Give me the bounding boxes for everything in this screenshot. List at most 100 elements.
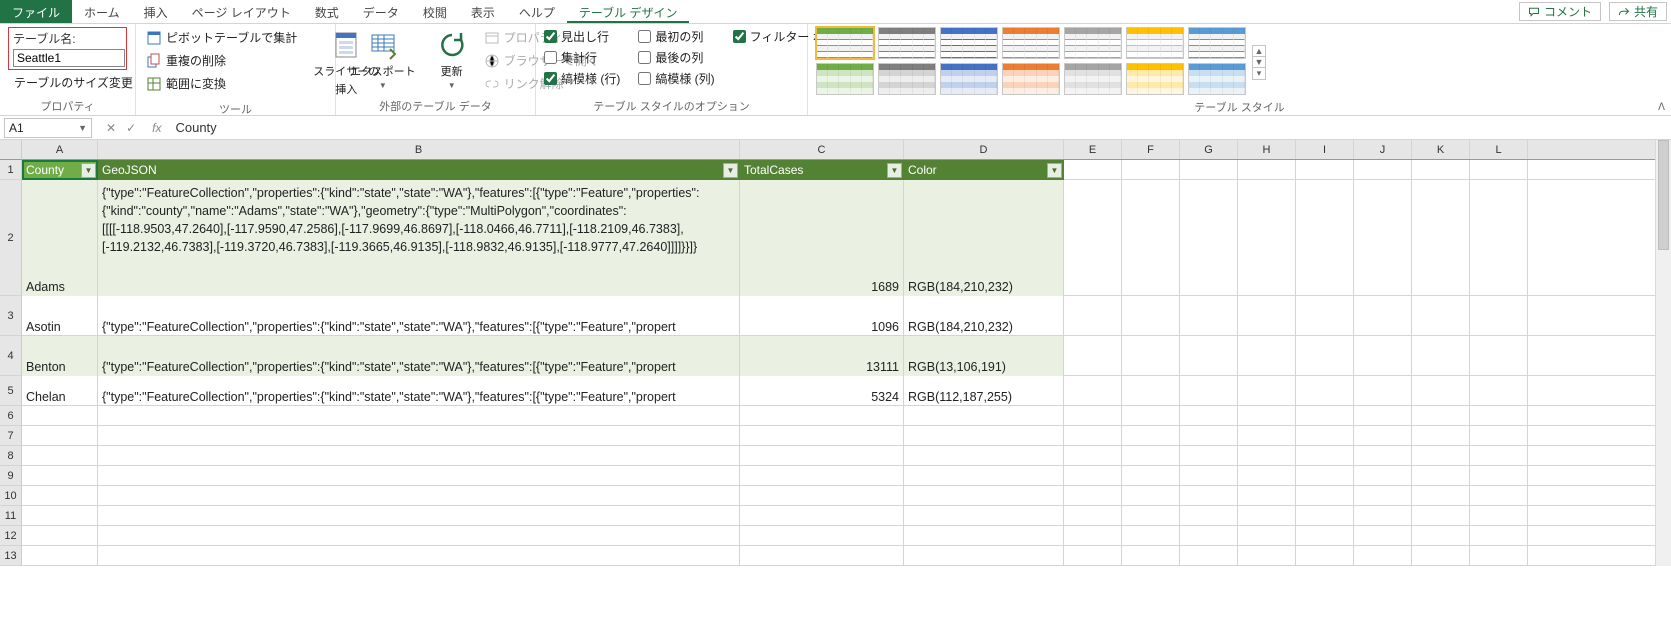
cell[interactable] bbox=[1296, 160, 1354, 180]
convert-to-range-button[interactable]: 範囲に変換 bbox=[144, 73, 299, 94]
cell[interactable] bbox=[1354, 486, 1412, 506]
cell[interactable] bbox=[1180, 526, 1238, 546]
table-style-thumb[interactable] bbox=[878, 27, 936, 59]
summarize-pivot-button[interactable]: ピボットテーブルで集計 bbox=[144, 27, 299, 48]
accept-formula-button[interactable]: ✓ bbox=[126, 121, 136, 135]
row-header[interactable]: 2 bbox=[0, 180, 22, 296]
row-header[interactable]: 1 bbox=[0, 160, 22, 180]
cell[interactable] bbox=[1122, 376, 1180, 406]
cell[interactable]: {"type":"FeatureCollection","properties"… bbox=[98, 180, 740, 296]
cell[interactable] bbox=[740, 506, 904, 526]
cell[interactable] bbox=[1354, 506, 1412, 526]
cell[interactable] bbox=[1064, 180, 1122, 296]
tab-file[interactable]: ファイル bbox=[0, 0, 72, 23]
gallery-scroll-down[interactable]: ▼ bbox=[1253, 56, 1265, 67]
cell[interactable] bbox=[740, 486, 904, 506]
row-header[interactable]: 10 bbox=[0, 486, 22, 506]
cell[interactable] bbox=[98, 506, 740, 526]
cell[interactable] bbox=[1412, 426, 1470, 446]
table-style-thumb[interactable] bbox=[1064, 27, 1122, 59]
cell[interactable] bbox=[1412, 160, 1470, 180]
cell[interactable] bbox=[1296, 336, 1354, 376]
cell[interactable] bbox=[904, 486, 1064, 506]
table-style-thumb[interactable] bbox=[1002, 27, 1060, 59]
cell[interactable] bbox=[1354, 180, 1412, 296]
cell[interactable] bbox=[22, 546, 98, 566]
column-header[interactable]: C bbox=[740, 140, 904, 159]
cell[interactable] bbox=[1354, 466, 1412, 486]
gallery-more[interactable]: ▾ bbox=[1253, 67, 1265, 79]
cell[interactable]: RGB(112,187,255) bbox=[904, 376, 1064, 406]
cell[interactable] bbox=[1122, 486, 1180, 506]
cell[interactable]: Adams bbox=[22, 180, 98, 296]
row-header[interactable]: 9 bbox=[0, 466, 22, 486]
cell[interactable] bbox=[22, 446, 98, 466]
cell[interactable] bbox=[1180, 446, 1238, 466]
cell[interactable] bbox=[1180, 180, 1238, 296]
cell[interactable] bbox=[1354, 160, 1412, 180]
table-styles-gallery[interactable] bbox=[816, 27, 1246, 97]
cell[interactable] bbox=[1296, 376, 1354, 406]
cell[interactable] bbox=[98, 526, 740, 546]
cell[interactable] bbox=[1064, 446, 1122, 466]
cell[interactable] bbox=[1238, 336, 1296, 376]
cell[interactable] bbox=[1470, 426, 1528, 446]
cell[interactable] bbox=[1412, 526, 1470, 546]
cell[interactable] bbox=[98, 466, 740, 486]
cell[interactable] bbox=[1064, 546, 1122, 566]
cell[interactable] bbox=[1122, 296, 1180, 336]
filter-dropdown-icon[interactable]: ▼ bbox=[887, 163, 902, 178]
cell[interactable] bbox=[1412, 336, 1470, 376]
filter-dropdown-icon[interactable]: ▼ bbox=[1047, 163, 1062, 178]
cancel-formula-button[interactable]: ✕ bbox=[106, 121, 116, 135]
row-header[interactable]: 3 bbox=[0, 296, 22, 336]
vertical-scrollbar[interactable] bbox=[1655, 140, 1671, 566]
remove-duplicates-button[interactable]: 重複の削除 bbox=[144, 50, 299, 71]
cell[interactable] bbox=[1238, 466, 1296, 486]
cell[interactable] bbox=[1296, 546, 1354, 566]
cell[interactable] bbox=[1238, 526, 1296, 546]
cell[interactable] bbox=[1122, 406, 1180, 426]
cell[interactable] bbox=[1296, 426, 1354, 446]
cell[interactable] bbox=[740, 446, 904, 466]
cell[interactable] bbox=[1064, 486, 1122, 506]
cell[interactable] bbox=[740, 466, 904, 486]
row-header[interactable]: 13 bbox=[0, 546, 22, 566]
chk-banded-columns[interactable]: 縞模様 (列) bbox=[638, 69, 714, 88]
cell[interactable] bbox=[1354, 376, 1412, 406]
cell[interactable] bbox=[1064, 406, 1122, 426]
cell[interactable] bbox=[1470, 296, 1528, 336]
row-header[interactable]: 6 bbox=[0, 406, 22, 426]
cell[interactable] bbox=[1354, 426, 1412, 446]
cell[interactable]: RGB(184,210,232) bbox=[904, 180, 1064, 296]
cell[interactable] bbox=[904, 546, 1064, 566]
column-header[interactable]: J bbox=[1354, 140, 1412, 159]
chk-total-row[interactable]: 集計行 bbox=[544, 48, 620, 67]
cell[interactable] bbox=[1064, 296, 1122, 336]
cell[interactable] bbox=[1180, 296, 1238, 336]
cell[interactable] bbox=[1064, 526, 1122, 546]
gallery-scroll-up[interactable]: ▲ bbox=[1253, 46, 1265, 56]
cell[interactable] bbox=[1180, 376, 1238, 406]
cell[interactable] bbox=[1064, 336, 1122, 376]
fx-icon[interactable]: fx bbox=[146, 121, 167, 135]
cell[interactable] bbox=[1296, 506, 1354, 526]
column-header[interactable]: A bbox=[22, 140, 98, 159]
cell[interactable] bbox=[1122, 506, 1180, 526]
cell[interactable] bbox=[1412, 466, 1470, 486]
cell[interactable]: Benton bbox=[22, 336, 98, 376]
cell[interactable] bbox=[98, 546, 740, 566]
tab-formulas[interactable]: 数式 bbox=[303, 0, 351, 23]
cell[interactable] bbox=[22, 406, 98, 426]
cell[interactable] bbox=[1354, 526, 1412, 546]
cell[interactable]: 5324 bbox=[740, 376, 904, 406]
cell[interactable]: {"type":"FeatureCollection","properties"… bbox=[98, 296, 740, 336]
cell[interactable] bbox=[1470, 336, 1528, 376]
cell[interactable]: RGB(184,210,232) bbox=[904, 296, 1064, 336]
cell[interactable] bbox=[1238, 376, 1296, 406]
cell[interactable] bbox=[1470, 180, 1528, 296]
cell[interactable] bbox=[1412, 446, 1470, 466]
cell[interactable] bbox=[740, 526, 904, 546]
column-header[interactable]: L bbox=[1470, 140, 1528, 159]
cell[interactable] bbox=[1238, 406, 1296, 426]
